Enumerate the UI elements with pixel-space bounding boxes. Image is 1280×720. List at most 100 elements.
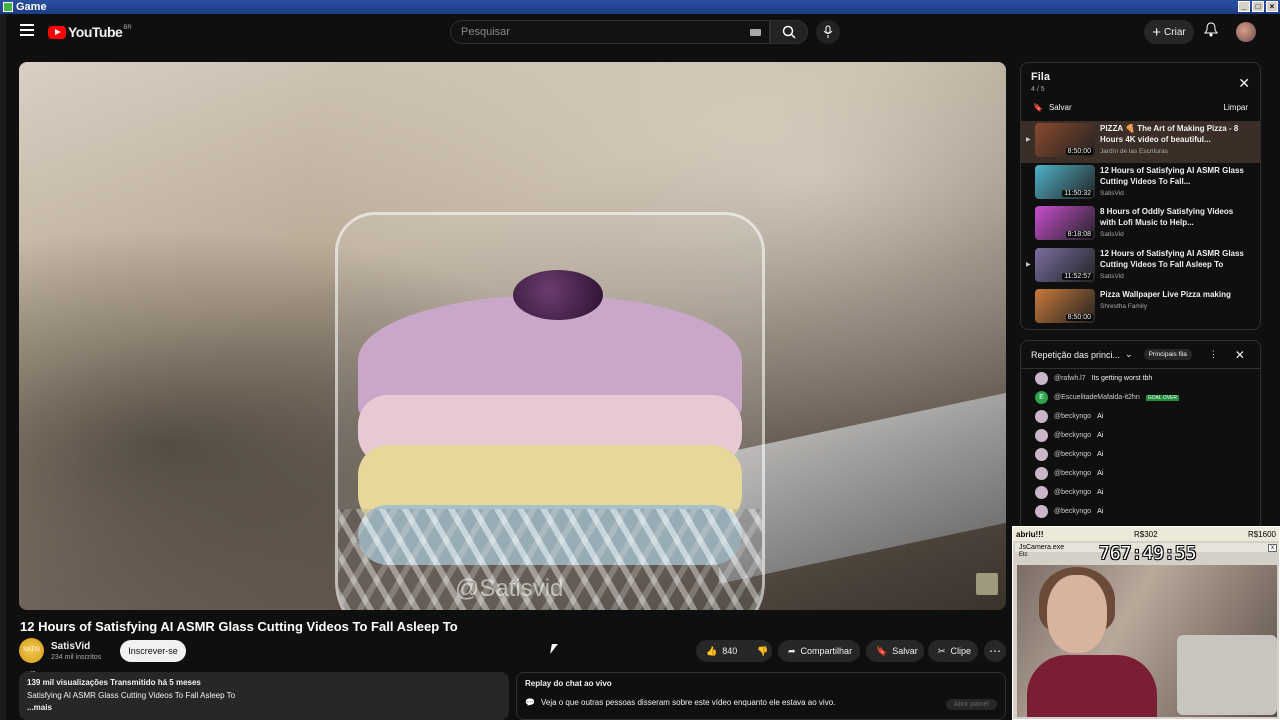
camera-close-icon[interactable]: x <box>1268 544 1277 552</box>
chat-username[interactable]: @beckyngo <box>1054 508 1091 515</box>
show-more-link[interactable]: ...mais <box>27 703 501 712</box>
description-box[interactable]: 139 mil visualizações Transmitido há 5 m… <box>19 672 509 720</box>
create-button[interactable]: + Criar <box>1144 20 1194 44</box>
search-input[interactable]: Pesquisar <box>450 20 770 44</box>
queue-item-channel: Shrestha Family <box>1100 303 1147 310</box>
save-label: Salvar <box>892 646 918 656</box>
chat-username[interactable]: @beckyngo <box>1054 451 1091 458</box>
chat-username[interactable]: @rafwh.l7 <box>1054 375 1086 382</box>
queue-thumbnail[interactable]: 8:50:00 <box>1035 123 1095 157</box>
queue-panel: Fila 4 / 5 ✕ 🔖 Salvar Limpar ▶ 8:50:00 PIZ… <box>1020 62 1261 330</box>
chat-avatar[interactable] <box>1035 467 1048 480</box>
video-watermark: @Satisvid <box>455 575 564 602</box>
chat-close-icon[interactable]: ✕ <box>1235 348 1245 362</box>
chat-username[interactable]: @beckyngo <box>1054 470 1091 477</box>
scissors-icon: ✂ <box>938 645 946 656</box>
queue-item[interactable]: ▶ 11:52:57 12 Hours of Satisfying AI ASMR … <box>1021 246 1260 288</box>
maximize-button[interactable]: □ <box>1252 1 1264 12</box>
thumbs-down-icon[interactable]: 👎 <box>757 646 768 657</box>
chat-username[interactable]: @beckyngo <box>1054 489 1091 496</box>
more-actions-icon[interactable]: ⋯ <box>984 640 1006 662</box>
thumbs-up-icon[interactable]: 👍 <box>706 646 717 657</box>
chat-text: Ai <box>1097 451 1104 458</box>
close-button[interactable]: × <box>1266 1 1278 12</box>
channel-watermark-icon[interactable] <box>976 573 998 595</box>
chat-username[interactable]: @EscuelitadeMafalda-it2hn <box>1054 394 1140 401</box>
chat-avatar[interactable] <box>1035 372 1048 385</box>
queue-duration: 8:50:00 <box>1065 148 1093 155</box>
play-arrow-icon: ▶ <box>1026 137 1031 143</box>
camera-window: JsCamera.exe Etc 767:49:55 x <box>1015 543 1279 719</box>
subscriber-count: 234 mil inscritos <box>51 654 102 661</box>
search-placeholder: Pesquisar <box>461 26 510 38</box>
queue-thumbnail[interactable]: 8:50:00 <box>1035 289 1095 323</box>
chat-mode-dropdown[interactable]: Repetição das princi... <box>1031 350 1120 360</box>
queue-item-title[interactable]: Pizza Wallpaper Live Pizza making <box>1100 289 1250 300</box>
video-title: 12 Hours of Satisfying AI ASMR Glass Cut… <box>20 619 458 634</box>
save-button[interactable]: 🔖 Salvar <box>866 640 924 662</box>
queue-count: 4 / 5 <box>1031 86 1045 93</box>
chat-avatar[interactable] <box>1035 448 1048 461</box>
queue-item[interactable]: 8:18:08 8 Hours of Oddly Satisfying Video… <box>1021 204 1260 246</box>
queue-item[interactable]: 8:50:00 Pizza Wallpaper Live Pizza making… <box>1021 287 1260 329</box>
stream-overlay: abriu!!! R$302 R$1600 JsCamera.exe Etc 7… <box>1012 526 1280 720</box>
queue-save-button[interactable]: 🔖 Salvar <box>1033 103 1072 112</box>
voice-search-button[interactable] <box>816 20 840 44</box>
queue-item-title[interactable]: 12 Hours of Satisfying AI ASMR Glass Cut… <box>1100 165 1250 187</box>
queue-clear-button[interactable]: Limpar <box>1224 103 1248 112</box>
chat-avatar[interactable] <box>1035 429 1048 442</box>
search-button[interactable] <box>770 20 808 44</box>
chevron-down-icon[interactable]: ⌄ <box>1125 349 1133 360</box>
logo-text: YouTube <box>68 24 123 40</box>
search-icon <box>782 25 796 39</box>
chat-message: @beckyngo Ai <box>1021 407 1260 426</box>
queue-list: ▶ 8:50:00 PIZZA 🍕 The Art of Making Pizza … <box>1021 121 1260 329</box>
queue-duration: 8:18:08 <box>1065 231 1093 238</box>
chat-avatar[interactable] <box>1035 410 1048 423</box>
like-count[interactable]: 840 <box>722 646 737 656</box>
chat-avatar[interactable] <box>1035 505 1048 518</box>
queue-thumbnail[interactable]: 8:18:08 <box>1035 206 1095 240</box>
hamburger-menu-icon[interactable] <box>20 24 34 36</box>
account-avatar[interactable] <box>1236 22 1256 42</box>
mouse-cursor-icon <box>550 644 558 654</box>
clip-button[interactable]: ✂ Clipe <box>928 640 978 662</box>
youtube-logo[interactable]: YouTube BR <box>48 24 132 40</box>
bookmark-icon: 🔖 <box>876 645 888 656</box>
notifications-bell-icon[interactable] <box>1204 22 1218 43</box>
webcam-feed <box>1017 565 1277 717</box>
minimize-button[interactable]: _ <box>1238 1 1250 12</box>
chat-username[interactable]: @beckyngo <box>1054 413 1091 420</box>
queue-duration: 8:50:00 <box>1065 314 1093 321</box>
channel-avatar[interactable]: SATIS VID <box>19 638 44 678</box>
chat-text: Ai <box>1097 489 1104 496</box>
queue-item-title[interactable]: 12 Hours of Satisfying AI ASMR Glass Cut… <box>1100 248 1250 270</box>
queue-thumbnail[interactable]: 11:50:32 <box>1035 164 1095 199</box>
open-panel-button[interactable]: Abrir painel <box>945 699 997 710</box>
share-button[interactable]: ➦ Compartilhar <box>778 640 860 662</box>
queue-close-icon[interactable]: ✕ <box>1238 75 1250 92</box>
chat-filter-chip[interactable]: Principais fila <box>1143 349 1192 360</box>
overlay-mid-amount: R$302 <box>1133 529 1158 539</box>
video-player[interactable]: @Satisvid <box>19 62 1006 610</box>
channel-name[interactable]: SatisVid <box>51 641 90 652</box>
chat-replay-box: Replay do chat ao vivo 💬 Veja o que outr… <box>516 672 1006 720</box>
queue-item-title[interactable]: PIZZA 🍕 The Art of Making Pizza - 8 Hour… <box>1100 123 1250 145</box>
chat-username[interactable]: @beckyngo <box>1054 432 1091 439</box>
bookmark-icon: 🔖 <box>1033 103 1043 112</box>
chat-options-icon[interactable]: ⋮ <box>1209 349 1218 360</box>
keyboard-icon[interactable] <box>750 29 761 36</box>
share-label: Compartilhar <box>800 646 853 656</box>
like-dislike-group: 👍 840 👎 <box>696 640 772 662</box>
queue-item-title[interactable]: 8 Hours of Oddly Satisfying Videos with … <box>1100 206 1250 228</box>
chat-avatar[interactable] <box>1035 486 1048 499</box>
description-text: Satisfying AI ASMR Glass Cutting Videos … <box>27 691 236 700</box>
subscribe-button[interactable]: Inscrever-se <box>120 640 186 662</box>
queue-thumbnail[interactable]: 11:52:57 <box>1035 247 1095 282</box>
queue-item[interactable]: ▶ 8:50:00 PIZZA 🍕 The Art of Making Pizza … <box>1021 121 1260 163</box>
queue-item[interactable]: 11:50:32 12 Hours of Satisfying AI ASMR G… <box>1021 163 1260 205</box>
chat-message: @beckyngo Ai <box>1021 502 1260 521</box>
chat-text: Ai <box>1097 470 1104 477</box>
chat-avatar[interactable]: E <box>1035 391 1048 404</box>
masthead: YouTube BR Pesquisar + Criar <box>6 14 1280 50</box>
